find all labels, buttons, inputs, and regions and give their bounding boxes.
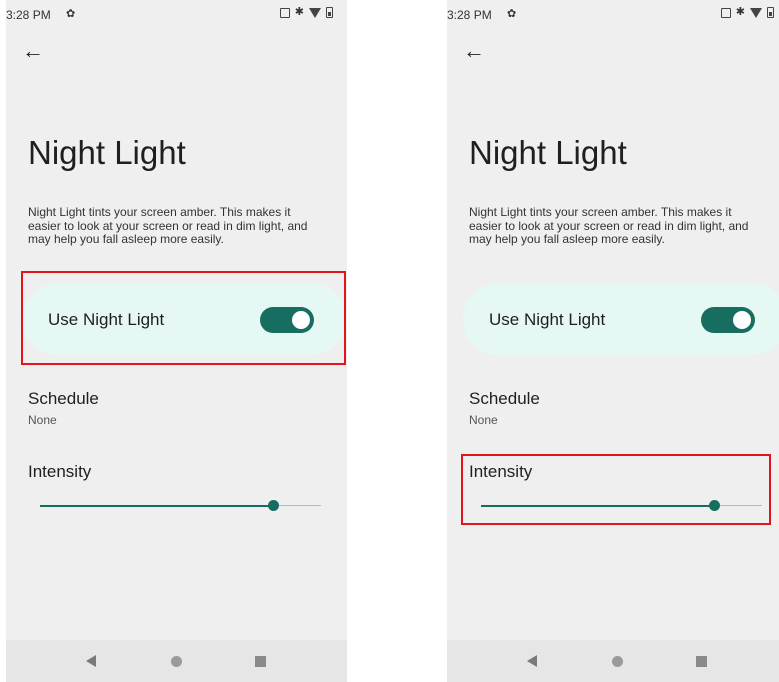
intensity-slider[interactable] <box>40 496 321 516</box>
status-icons: ✱ <box>720 6 774 18</box>
arrow-left-icon[interactable]: ← <box>22 40 44 62</box>
schedule-value: None <box>469 413 498 427</box>
use-night-light-row[interactable]: Use Night Light <box>463 283 779 355</box>
status-bar: 3:28 PM ✿ ✱ <box>6 0 347 30</box>
nav-back-icon[interactable] <box>527 655 537 667</box>
nav-recents-icon[interactable] <box>696 656 707 667</box>
intensity-title: Intensity <box>28 462 92 481</box>
wifi-icon <box>750 7 762 18</box>
sim-icon <box>720 7 731 18</box>
status-time: 3:28 PM <box>447 8 492 22</box>
night-light-switch[interactable] <box>701 307 755 333</box>
navigation-bar <box>6 640 347 682</box>
battery-icon <box>326 7 333 18</box>
nav-recents-icon[interactable] <box>255 656 266 667</box>
status-time: 3:28 PM <box>6 8 51 22</box>
toggle-label: Use Night Light <box>489 310 606 329</box>
status-bar: 3:28 PM ✿ ✱ <box>447 0 779 30</box>
nav-back-icon[interactable] <box>86 655 96 667</box>
battery-icon <box>767 7 774 18</box>
page-title: Night Light <box>469 134 627 171</box>
bluetooth-icon: ✱ <box>735 6 745 18</box>
description: Night Light tints your screen amber. Thi… <box>28 205 308 246</box>
highlight-box-toggle <box>21 271 346 365</box>
arrow-left-icon[interactable]: ← <box>463 40 485 62</box>
switch-thumb <box>733 311 751 329</box>
schedule-title[interactable]: Schedule <box>28 389 99 409</box>
schedule-value: None <box>28 413 57 427</box>
phone-screen-right: 3:28 PM ✿ ✱ ← Night Light Night Light ti… <box>447 0 779 682</box>
wifi-icon <box>309 7 321 18</box>
nav-home-icon[interactable] <box>171 656 182 667</box>
highlight-box-intensity <box>461 454 771 525</box>
sim-icon <box>279 7 290 18</box>
gear-icon: ✿ <box>66 8 76 20</box>
navigation-bar <box>447 640 779 682</box>
page-title: Night Light <box>28 134 186 171</box>
phone-screen-left: 3:28 PM ✿ ✱ ← Night Light Night Light ti… <box>6 0 347 682</box>
gear-icon: ✿ <box>507 8 517 20</box>
status-icons: ✱ <box>279 6 333 18</box>
slider-thumb[interactable] <box>268 500 280 511</box>
nav-home-icon[interactable] <box>612 656 623 667</box>
slider-active-track <box>40 505 274 507</box>
schedule-title[interactable]: Schedule <box>469 389 540 409</box>
bluetooth-icon: ✱ <box>294 6 304 18</box>
description: Night Light tints your screen amber. Thi… <box>469 205 749 246</box>
